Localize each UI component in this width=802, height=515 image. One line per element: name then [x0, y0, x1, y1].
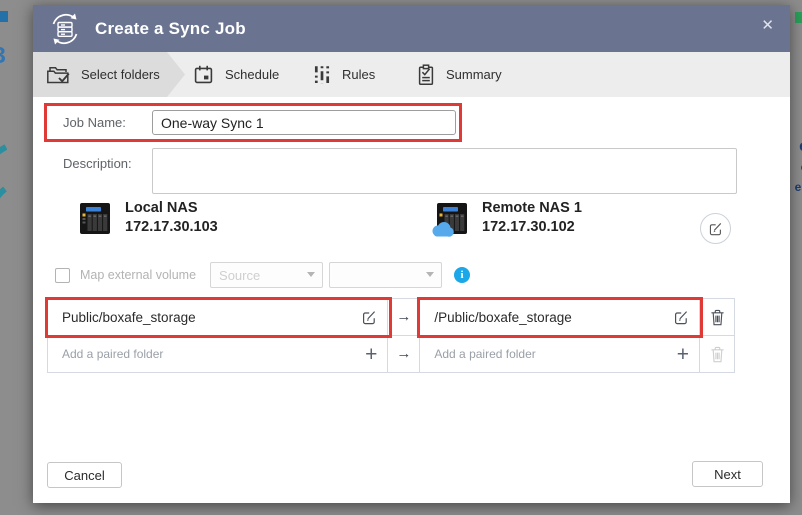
sync-direction-cell: → — [388, 336, 420, 373]
step-label: Summary — [446, 67, 502, 82]
clipboard-check-icon — [417, 64, 435, 86]
dialog-titlebar: Create a Sync Job ✕ — [33, 5, 790, 52]
edit-pencil-icon — [708, 221, 723, 236]
trash-icon — [710, 309, 725, 326]
add-target-folder-cell[interactable]: Add a paired folder + — [420, 336, 700, 373]
description-label: Description: — [63, 156, 132, 171]
add-paired-folder-row: Add a paired folder + → Add a paired fol… — [48, 336, 735, 373]
add-source-folder-cell[interactable]: Add a paired folder + — [48, 336, 388, 373]
plus-icon[interactable]: + — [677, 344, 689, 365]
step-select-folders[interactable]: Select folders — [33, 52, 185, 97]
sync-job-icon — [45, 9, 85, 49]
next-button[interactable]: Next — [692, 461, 763, 487]
step-schedule[interactable]: Schedule — [193, 52, 279, 97]
background-blue-bar — [0, 11, 8, 22]
source-volume-dropdown[interactable]: Source — [210, 262, 323, 288]
highlight-box-job-name: Job Name: — [44, 103, 462, 142]
step-label: Select folders — [81, 67, 160, 82]
background-swoosh-graphic — [0, 143, 7, 221]
close-icon[interactable]: ✕ — [761, 18, 774, 33]
plus-icon[interactable]: + — [365, 344, 377, 365]
target-volume-dropdown[interactable] — [329, 262, 442, 288]
delete-pair-cell-disabled — [700, 336, 735, 373]
remote-nas-name: Remote NAS 1 — [482, 199, 582, 218]
source-volume-placeholder: Source — [219, 268, 260, 283]
source-folder-cell[interactable]: Public/boxafe_storage — [48, 299, 388, 336]
wizard-steps-bar: Select folders Schedule Rules — [33, 52, 790, 97]
chevron-down-icon — [307, 272, 315, 277]
info-icon[interactable]: i — [454, 267, 470, 283]
remote-nas-info: Remote NAS 1 172.17.30.102 — [430, 198, 582, 238]
background-green-bar — [795, 12, 802, 23]
cancel-button[interactable]: Cancel — [47, 462, 122, 488]
folders-check-icon — [46, 64, 70, 85]
description-input[interactable] — [152, 148, 737, 194]
job-name-label: Job Name: — [63, 115, 152, 130]
trash-icon — [710, 346, 725, 363]
highlight-box-target-folder — [417, 297, 703, 338]
delete-pair-cell[interactable] — [700, 299, 735, 336]
remote-nas-cloud-icon — [430, 198, 472, 238]
step-rules[interactable]: Rules — [313, 52, 375, 97]
background-text-fragment: es — [795, 180, 802, 194]
background-number: 3 — [0, 42, 6, 69]
local-nas-icon — [75, 198, 115, 238]
remote-nas-ip: 172.17.30.102 — [482, 218, 582, 237]
edit-connection-button[interactable] — [700, 213, 731, 244]
step-summary[interactable]: Summary — [417, 52, 502, 97]
map-external-volume-label: Map external volume — [80, 268, 196, 282]
sync-direction-cell: → — [388, 299, 420, 336]
local-nas-info: Local NAS 172.17.30.103 — [75, 198, 218, 238]
map-external-volume-checkbox[interactable] — [55, 268, 70, 283]
step-label: Schedule — [225, 67, 279, 82]
paired-folder-row: Public/boxafe_storage → /Public/boxafe_s… — [48, 299, 735, 336]
target-folder-cell[interactable]: /Public/boxafe_storage — [420, 299, 700, 336]
job-name-input[interactable] — [152, 110, 456, 135]
local-nas-ip: 172.17.30.103 — [125, 218, 218, 237]
sliders-icon — [313, 64, 331, 85]
create-sync-job-dialog: Create a Sync Job ✕ Select folders — [33, 5, 790, 503]
arrow-right-icon: → — [396, 345, 411, 362]
calendar-icon — [193, 64, 214, 85]
chevron-down-icon — [426, 272, 434, 277]
local-nas-name: Local NAS — [125, 199, 218, 218]
paired-folders-table: Public/boxafe_storage → /Public/boxafe_s… — [47, 298, 735, 373]
dialog-title: Create a Sync Job — [95, 19, 246, 39]
arrow-right-icon: → — [396, 308, 411, 325]
add-source-folder-label: Add a paired folder — [62, 347, 365, 361]
highlight-box-source-folder — [45, 297, 392, 338]
add-target-folder-label: Add a paired folder — [434, 347, 676, 361]
step-label: Rules — [342, 67, 375, 82]
map-external-volume-row: Map external volume Source i — [55, 261, 470, 289]
